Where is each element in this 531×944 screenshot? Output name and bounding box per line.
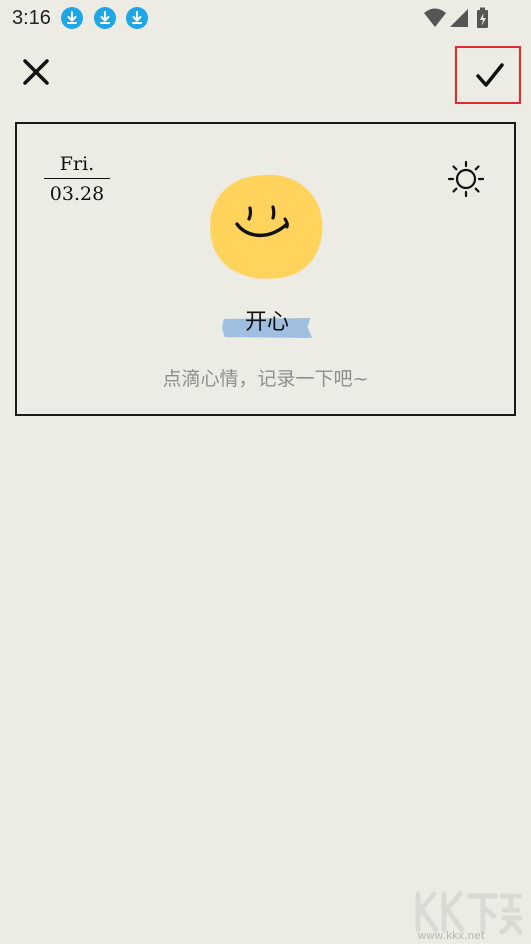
close-button[interactable] <box>18 54 54 90</box>
battery-charging-icon <box>477 7 488 28</box>
sun-icon <box>447 160 485 198</box>
mood-label-text: 开心 <box>244 310 289 335</box>
watermark-url: www.kkx.net <box>418 930 485 942</box>
system-status-icons <box>424 7 488 28</box>
mood-card: Fri. 03.28 开心 点滴心情，记录一下吧~ <box>15 122 516 416</box>
date-block[interactable]: Fri. 03.28 <box>44 152 110 207</box>
weather-selector[interactable] <box>447 160 485 198</box>
check-icon <box>476 63 504 87</box>
signal-icon <box>450 9 468 27</box>
date-label: 03.28 <box>49 183 105 205</box>
download-icon <box>61 7 83 29</box>
status-bar: 3:16 <box>0 0 531 36</box>
close-icon <box>23 59 49 85</box>
mood-label: 开心 <box>222 308 312 338</box>
status-time: 3:16 <box>12 7 51 29</box>
wifi-icon <box>424 8 446 27</box>
download-icon <box>126 7 148 29</box>
smiley-face-icon <box>210 174 323 279</box>
note-input[interactable]: 点滴心情，记录一下吧~ <box>17 364 514 391</box>
confirm-button[interactable] <box>455 46 521 104</box>
download-icon <box>94 7 116 29</box>
day-of-week: Fri. <box>44 152 110 179</box>
mood-selector[interactable] <box>207 172 327 282</box>
